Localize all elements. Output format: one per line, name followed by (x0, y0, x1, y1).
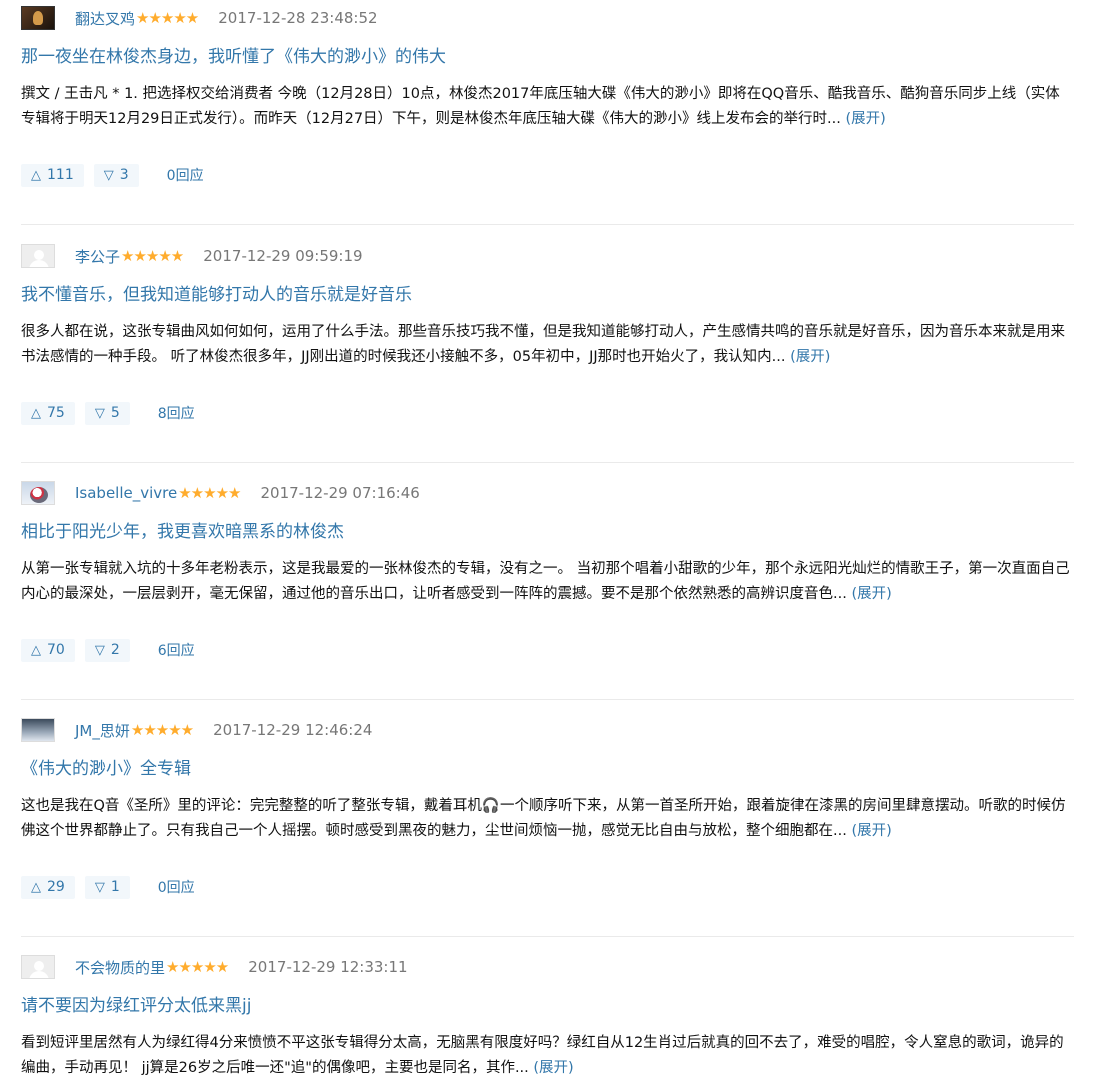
rating-stars: ★★★★★ (121, 247, 184, 265)
downvote-button[interactable]: ▽ 3 (93, 163, 139, 187)
downvote-count: 1 (110, 879, 120, 895)
upvote-count: 70 (47, 642, 65, 658)
author-name[interactable]: 李公子 (75, 246, 120, 267)
review-body-text: 很多人都在说，这张专辑曲风如何如何，运用了什么手法。那些音乐技巧我不懂，但是我知… (21, 324, 1065, 365)
downvote-button[interactable]: ▽ 5 (84, 401, 130, 425)
avatar[interactable] (21, 6, 55, 30)
rating-stars: ★★★★★ (178, 484, 241, 502)
avatar[interactable] (21, 481, 55, 505)
triangle-up-icon: △ (31, 642, 41, 658)
review-item: JM_思妍 ★★★★★ 2017-12-29 12:46:24 《伟大的渺小》全… (0, 718, 1112, 948)
review-item: 不会物质的里 ★★★★★ 2017-12-29 12:33:11 请不要因为绿红… (0, 955, 1112, 1085)
review-time: 2017-12-29 09:59:19 (203, 247, 363, 265)
review-actions: △ 111 ▽ 3 0回应 (21, 163, 204, 187)
review-body-text: 从第一张专辑就入坑的十多年老粉表示，这是我最爱的一张林俊杰的专辑，没有之一。 当… (21, 561, 1070, 602)
upvote-count: 111 (47, 167, 74, 183)
review-time: 2017-12-29 12:46:24 (213, 721, 373, 739)
triangle-up-icon: △ (31, 167, 41, 183)
review-time: 2017-12-28 23:48:52 (218, 9, 378, 27)
author-name[interactable]: Isabelle_vivre (75, 484, 177, 502)
downvote-button[interactable]: ▽ 1 (84, 875, 130, 899)
review-item: 翻达叉鸡 ★★★★★ 2017-12-28 23:48:52 那一夜坐在林俊杰身… (0, 6, 1112, 236)
review-actions: △ 29 ▽ 1 0回应 (21, 875, 195, 899)
triangle-up-icon: △ (31, 405, 41, 421)
upvote-button[interactable]: △ 75 (21, 401, 75, 425)
avatar[interactable] (21, 955, 55, 979)
review-title[interactable]: 我不懂音乐，但我知道能够打动人的音乐就是好音乐 (21, 280, 412, 305)
downvote-count: 2 (110, 642, 120, 658)
triangle-down-icon: ▽ (94, 642, 105, 658)
upvote-button[interactable]: △ 29 (21, 875, 75, 899)
upvote-count: 75 (47, 405, 65, 421)
review-item: 李公子 ★★★★★ 2017-12-29 09:59:19 我不懂音乐，但我知道… (0, 244, 1112, 474)
downvote-button[interactable]: ▽ 2 (84, 638, 130, 662)
review-time: 2017-12-29 07:16:46 (260, 484, 420, 502)
review-excerpt: 很多人都在说，这张专辑曲风如何如何，运用了什么手法。那些音乐技巧我不懂，但是我知… (21, 320, 1071, 370)
expand-link[interactable]: (展开) (846, 111, 886, 127)
triangle-down-icon: ▽ (103, 167, 114, 183)
review-header: Isabelle_vivre ★★★★★ 2017-12-29 07:16:46 (21, 481, 420, 505)
review-list: 翻达叉鸡 ★★★★★ 2017-12-28 23:48:52 那一夜坐在林俊杰身… (0, 0, 1112, 1085)
review-excerpt: 看到短评里居然有人为绿红得4分来愤愤不平这张专辑得分太高，无脑黑有限度好吗？绿红… (21, 1031, 1071, 1081)
expand-link[interactable]: (展开) (851, 586, 891, 602)
author-name[interactable]: JM_思妍 (75, 720, 130, 741)
review-excerpt: 从第一张专辑就入坑的十多年老粉表示，这是我最爱的一张林俊杰的专辑，没有之一。 当… (21, 557, 1071, 607)
review-excerpt: 撰文 / 王击凡 * 1. 把选择权交给消费者 今晚（12月28日）10点，林俊… (21, 82, 1071, 132)
review-title[interactable]: 相比于阳光少年，我更喜欢暗黑系的林俊杰 (21, 517, 344, 542)
divider (21, 224, 1074, 225)
review-body-text: 这也是我在Q音《圣所》里的评论：完完整整的听了整张专辑，戴着耳机🎧一个顺序听下来… (21, 798, 1066, 839)
expand-link[interactable]: (展开) (790, 349, 830, 365)
triangle-up-icon: △ (31, 879, 41, 895)
rating-stars: ★★★★★ (136, 9, 199, 27)
review-header: 李公子 ★★★★★ 2017-12-29 09:59:19 (21, 244, 363, 268)
replies-link[interactable]: 0回应 (158, 877, 195, 897)
review-body-text: 撰文 / 王击凡 * 1. 把选择权交给消费者 今晚（12月28日）10点，林俊… (21, 86, 1060, 127)
review-title[interactable]: 那一夜坐在林俊杰身边，我听懂了《伟大的渺小》的伟大 (21, 42, 446, 67)
divider (21, 699, 1074, 700)
replies-link[interactable]: 0回应 (167, 165, 204, 185)
review-actions: △ 70 ▽ 2 6回应 (21, 638, 195, 662)
replies-link[interactable]: 8回应 (158, 403, 195, 423)
review-item: Isabelle_vivre ★★★★★ 2017-12-29 07:16:46… (0, 481, 1112, 711)
review-time: 2017-12-29 12:33:11 (248, 958, 408, 976)
author-name[interactable]: 翻达叉鸡 (75, 8, 135, 29)
review-header: 不会物质的里 ★★★★★ 2017-12-29 12:33:11 (21, 955, 408, 979)
upvote-button[interactable]: △ 111 (21, 163, 84, 187)
review-excerpt: 这也是我在Q音《圣所》里的评论：完完整整的听了整张专辑，戴着耳机🎧一个顺序听下来… (21, 794, 1071, 844)
expand-link[interactable]: (展开) (533, 1060, 573, 1076)
review-title[interactable]: 《伟大的渺小》全专辑 (21, 754, 191, 779)
triangle-down-icon: ▽ (94, 405, 105, 421)
rating-stars: ★★★★★ (130, 721, 194, 739)
rating-stars: ★★★★★ (166, 958, 229, 976)
review-title[interactable]: 请不要因为绿红评分太低来黑jj (21, 991, 251, 1016)
avatar[interactable] (21, 244, 55, 268)
downvote-count: 3 (119, 167, 129, 183)
replies-link[interactable]: 6回应 (158, 640, 195, 660)
upvote-button[interactable]: △ 70 (21, 638, 75, 662)
avatar[interactable] (21, 718, 55, 742)
upvote-count: 29 (47, 879, 65, 895)
review-header: 翻达叉鸡 ★★★★★ 2017-12-28 23:48:52 (21, 6, 378, 30)
author-name[interactable]: 不会物质的里 (75, 957, 165, 978)
divider (21, 462, 1074, 463)
downvote-count: 5 (110, 405, 120, 421)
review-actions: △ 75 ▽ 5 8回应 (21, 401, 195, 425)
triangle-down-icon: ▽ (94, 879, 105, 895)
review-header: JM_思妍 ★★★★★ 2017-12-29 12:46:24 (21, 718, 372, 742)
divider (21, 936, 1074, 937)
expand-link[interactable]: (展开) (851, 823, 891, 839)
